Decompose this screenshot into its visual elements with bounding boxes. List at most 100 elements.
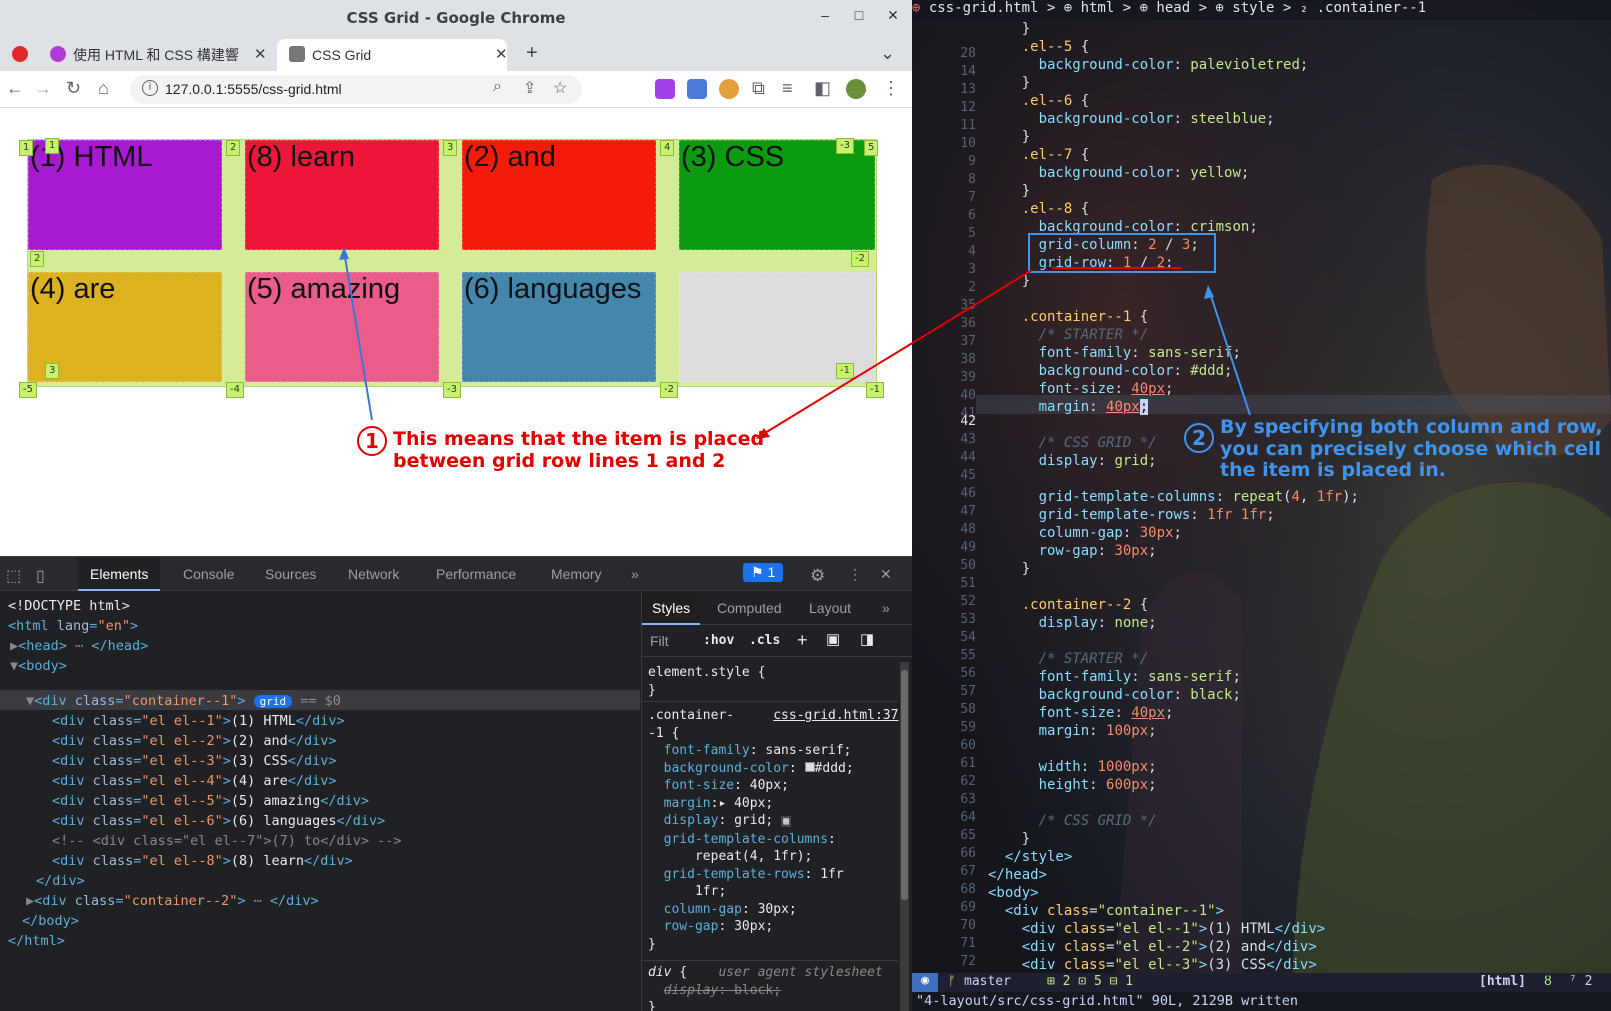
line-number: 52 bbox=[960, 594, 976, 609]
dom-node[interactable]: <div class="el el--2">(2) and</div> bbox=[52, 731, 337, 751]
dom-node[interactable]: <div class="el el--3">(3) CSS</div> bbox=[52, 751, 337, 771]
tab-label: CSS Grid bbox=[312, 47, 372, 63]
line-number: 11 bbox=[960, 118, 976, 133]
line-number: 53 bbox=[960, 612, 976, 627]
youtube-tab[interactable] bbox=[8, 39, 38, 71]
dom-node-selected[interactable]: ▼<div class="container--1"> grid == $0 bbox=[26, 691, 341, 712]
line-number: 62 bbox=[960, 774, 976, 789]
cls-toggle[interactable]: .cls bbox=[749, 633, 780, 648]
device-toggle-icon[interactable]: ▯ bbox=[36, 566, 45, 586]
back-icon[interactable]: ← bbox=[6, 78, 24, 99]
kebab-menu-icon[interactable]: ⋮ bbox=[848, 566, 862, 583]
minimize-button[interactable]: – bbox=[815, 7, 835, 23]
close-window-button[interactable]: ✕ bbox=[883, 7, 903, 24]
line-number: 8 bbox=[968, 172, 976, 187]
address-bar[interactable]: i 127.0.0.1:5555/css-grid.html ☆ ⇪ ⌕ bbox=[130, 75, 582, 104]
home-icon[interactable]: ⌂ bbox=[98, 78, 109, 99]
dom-comment[interactable]: <!-- <div class="el el--7">(7) to</div> … bbox=[52, 831, 402, 851]
add-rule-icon[interactable]: + bbox=[797, 630, 808, 651]
breadcrumb: ⊕ css-grid.html > ⊕ html > ⊕ head > ⊕ st… bbox=[912, 0, 1611, 20]
side-panel-icon[interactable]: ◧ bbox=[814, 78, 831, 99]
close-tab-icon[interactable]: ✕ bbox=[254, 41, 267, 69]
extension-icon[interactable] bbox=[655, 79, 675, 99]
dom-node[interactable]: <div class="el el--8">(8) learn</div> bbox=[52, 851, 353, 871]
devtools-panel: ⬚ ▯ Elements Console Sources Network Per… bbox=[0, 556, 912, 1011]
bookmark-star-icon[interactable]: ☆ bbox=[553, 78, 567, 98]
line-number: 49 bbox=[960, 540, 976, 555]
scrollbar-thumb[interactable] bbox=[901, 670, 908, 900]
dom-node[interactable]: <div class="el el--6">(6) languages</div… bbox=[52, 811, 385, 831]
code-text[interactable]: } .el--5 { background-color: palevioletr… bbox=[988, 20, 1359, 974]
media-icon[interactable]: ≡ bbox=[782, 78, 793, 99]
styles-tabbar: Styles Computed Layout » bbox=[642, 592, 912, 625]
reload-icon[interactable]: ↻ bbox=[66, 78, 81, 99]
filter-input[interactable]: Filt bbox=[650, 633, 669, 649]
tab-css-grid[interactable]: CSS Grid ✕ bbox=[277, 39, 508, 71]
close-devtools-icon[interactable]: ✕ bbox=[880, 566, 892, 583]
tab-elements[interactable]: Elements bbox=[78, 557, 161, 591]
dom-node[interactable]: </div> bbox=[36, 871, 85, 891]
line-number: 57 bbox=[960, 684, 976, 699]
line-number: 54 bbox=[960, 630, 976, 645]
forward-icon[interactable]: → bbox=[34, 78, 52, 99]
tab-tutorial[interactable]: 使用 HTML 和 CSS 構建響 ✕ bbox=[44, 39, 271, 71]
line-number-gutter: 28 14 13 12 11 10 9 8 7 6 5 4 3 2 35 36 … bbox=[912, 20, 976, 974]
line-number: 2 bbox=[968, 280, 976, 295]
ua-label: user agent stylesheet bbox=[718, 965, 883, 980]
grid-badge[interactable]: grid bbox=[253, 695, 293, 708]
rule-source-link[interactable]: css-grid.html:37 bbox=[773, 708, 898, 723]
tab-console[interactable]: Console bbox=[183, 566, 234, 582]
dom-node[interactable]: <html lang="en"> bbox=[8, 616, 138, 636]
tab-styles[interactable]: Styles bbox=[642, 592, 701, 625]
element-style-selector: element.style { bbox=[648, 665, 766, 680]
paint-icon[interactable]: ▣ bbox=[826, 630, 840, 648]
dom-node[interactable]: ▼<body> bbox=[10, 656, 67, 676]
translate-icon[interactable] bbox=[687, 79, 707, 99]
tab-memory[interactable]: Memory bbox=[551, 566, 602, 582]
tab-computed[interactable]: Computed bbox=[717, 600, 782, 616]
tab-sources[interactable]: Sources bbox=[265, 566, 316, 582]
dom-node[interactable]: <div class="el el--4">(4) are</div> bbox=[52, 771, 337, 791]
share-icon[interactable]: ⇪ bbox=[523, 78, 536, 98]
line-number: 10 bbox=[960, 136, 976, 151]
dom-node[interactable]: </body> bbox=[22, 911, 79, 931]
more-icon[interactable]: » bbox=[882, 600, 890, 616]
tab-layout[interactable]: Layout bbox=[809, 600, 851, 616]
line-number: 4 bbox=[968, 244, 976, 259]
zoom-icon[interactable]: ⌕ bbox=[493, 78, 502, 96]
browser-window: CSS Grid - Google Chrome – □ ✕ 使用 HTML 和… bbox=[0, 0, 912, 1011]
cookie-icon[interactable] bbox=[719, 79, 739, 99]
new-tab-button[interactable]: + bbox=[526, 39, 538, 71]
tab-performance[interactable]: Performance bbox=[436, 566, 516, 582]
inspect-icon[interactable]: ⬚ bbox=[6, 566, 21, 586]
tab-network[interactable]: Network bbox=[348, 566, 399, 582]
line-number: 7 bbox=[968, 190, 976, 205]
dom-node[interactable]: ▶<div class="container--2"> ⋯ </div> bbox=[26, 891, 319, 911]
dom-node[interactable]: <div class="el el--1">(1) HTML</div> bbox=[52, 711, 345, 731]
current-line-number: 42 bbox=[960, 414, 976, 429]
dom-node[interactable]: ▶<head> ⋯ </head> bbox=[10, 636, 148, 656]
site-info-icon[interactable]: i bbox=[142, 80, 158, 96]
more-tabs-icon[interactable]: » bbox=[631, 566, 639, 582]
annotation-number-2: 2 bbox=[1184, 423, 1214, 453]
tab-search-button[interactable]: ⌄ bbox=[880, 39, 895, 71]
dom-node[interactable]: </html> bbox=[8, 931, 65, 951]
avatar[interactable] bbox=[846, 79, 866, 99]
maximize-button[interactable]: □ bbox=[849, 7, 869, 23]
line-number: 55 bbox=[960, 648, 976, 663]
issues-count: 1 bbox=[767, 564, 776, 580]
dom-node[interactable]: <!DOCTYPE html> bbox=[8, 596, 130, 616]
settings-gear-icon[interactable]: ⚙ bbox=[810, 566, 825, 586]
menu-icon[interactable]: ⋮ bbox=[882, 78, 900, 99]
hov-toggle[interactable]: :hov bbox=[703, 633, 734, 648]
issues-badge[interactable]: ⚑ 1 bbox=[743, 563, 784, 582]
toggle-sidebar-icon[interactable]: ◨ bbox=[860, 630, 874, 648]
scrollbar[interactable] bbox=[900, 662, 909, 1011]
annotation-line: the item is placed in. bbox=[1220, 459, 1446, 481]
puzzle-icon[interactable]: ⧉ bbox=[752, 78, 765, 99]
line-number: 40 bbox=[960, 388, 976, 403]
dom-node[interactable]: <div class="el el--5">(5) amazing</div> bbox=[52, 791, 369, 811]
status-line: ◉ ᚠ master ⊞ 2 ⊡ 5 ⊟ 1 [html] ȣ ⁷ 2 bbox=[912, 973, 1611, 992]
line-number: 28 bbox=[960, 46, 976, 61]
close-tab-icon[interactable]: ✕ bbox=[495, 41, 508, 69]
